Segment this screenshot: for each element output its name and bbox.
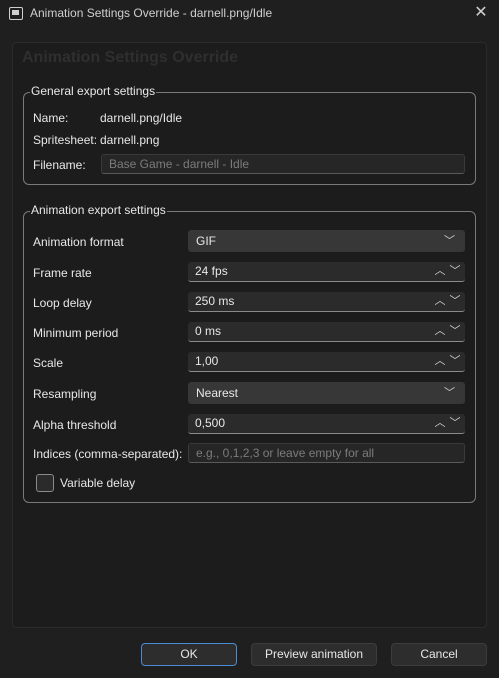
increment-icon[interactable]: ︿ [434, 414, 446, 433]
resampling-label: Resampling [33, 387, 97, 401]
increment-icon[interactable]: ︿ [434, 322, 446, 341]
general-settings-title: General export settings [30, 84, 157, 98]
indices-field[interactable]: e.g., 0,1,2,3 or leave empty for all [188, 443, 465, 463]
spritesheet-value: darnell.png [100, 133, 160, 147]
animation-format-dropdown[interactable]: GIF ﹀ [188, 230, 465, 252]
filename-label: Filename: [33, 158, 86, 172]
spritesheet-label: Spritesheet: [33, 133, 98, 147]
cancel-button[interactable]: Cancel [391, 643, 487, 666]
close-icon[interactable]: ✕ [469, 1, 493, 25]
name-label: Name: [33, 111, 69, 125]
scale-value: 1,00 [195, 354, 219, 368]
alpha-threshold-spinbox[interactable]: 0,500 ︿ ﹀ [188, 414, 465, 434]
animation-format-label: Animation format [33, 235, 124, 249]
filename-field[interactable]: Base Game - darnell - Idle [101, 154, 465, 174]
decrement-icon[interactable]: ﹀ [449, 322, 461, 341]
decrement-icon[interactable]: ﹀ [449, 262, 461, 281]
variable-delay-label: Variable delay [60, 476, 136, 490]
name-value: darnell.png/Idle [100, 111, 183, 125]
animation-settings-title: Animation export settings [30, 203, 167, 217]
resampling-dropdown[interactable]: Nearest ﹀ [188, 382, 465, 404]
scale-spinbox[interactable]: 1,00 ︿ ﹀ [188, 352, 465, 372]
increment-icon[interactable]: ︿ [434, 262, 446, 281]
animation-format-value: GIF [196, 234, 216, 248]
frame-rate-spinbox[interactable]: 24 fps ︿ ﹀ [188, 262, 465, 282]
chevron-down-icon: ﹀ [444, 387, 455, 399]
frame-rate-label: Frame rate [33, 266, 92, 280]
decrement-icon[interactable]: ﹀ [449, 414, 461, 433]
alpha-threshold-label: Alpha threshold [33, 418, 117, 432]
loop-delay-label: Loop delay [33, 296, 92, 310]
decrement-icon[interactable]: ﹀ [449, 352, 461, 371]
scale-label: Scale [33, 356, 64, 370]
variable-delay-checkbox[interactable] [36, 474, 54, 492]
window-title: Animation Settings Override - darnell.pn… [30, 6, 273, 20]
chevron-down-icon: ﹀ [444, 235, 455, 247]
page-title: Animation Settings Override [22, 49, 239, 66]
minimum-period-spinbox[interactable]: 0 ms ︿ ﹀ [188, 322, 465, 342]
frame-rate-value: 24 fps [195, 264, 228, 278]
minimum-period-value: 0 ms [195, 324, 222, 338]
loop-delay-value: 250 ms [195, 294, 235, 308]
increment-icon[interactable]: ︿ [434, 352, 446, 371]
minimum-period-label: Minimum period [33, 326, 119, 340]
preview-animation-button[interactable]: Preview animation [251, 643, 377, 666]
resampling-value: Nearest [196, 386, 239, 400]
ok-button[interactable]: OK [141, 643, 237, 666]
alpha-threshold-value: 0,500 [195, 416, 226, 430]
decrement-icon[interactable]: ﹀ [449, 292, 461, 311]
increment-icon[interactable]: ︿ [434, 292, 446, 311]
window-app-icon [9, 7, 23, 20]
indices-label: Indices (comma-separated): [33, 447, 183, 461]
title-bar: Animation Settings Override - darnell.pn… [0, 0, 499, 28]
loop-delay-spinbox[interactable]: 250 ms ︿ ﹀ [188, 292, 465, 312]
